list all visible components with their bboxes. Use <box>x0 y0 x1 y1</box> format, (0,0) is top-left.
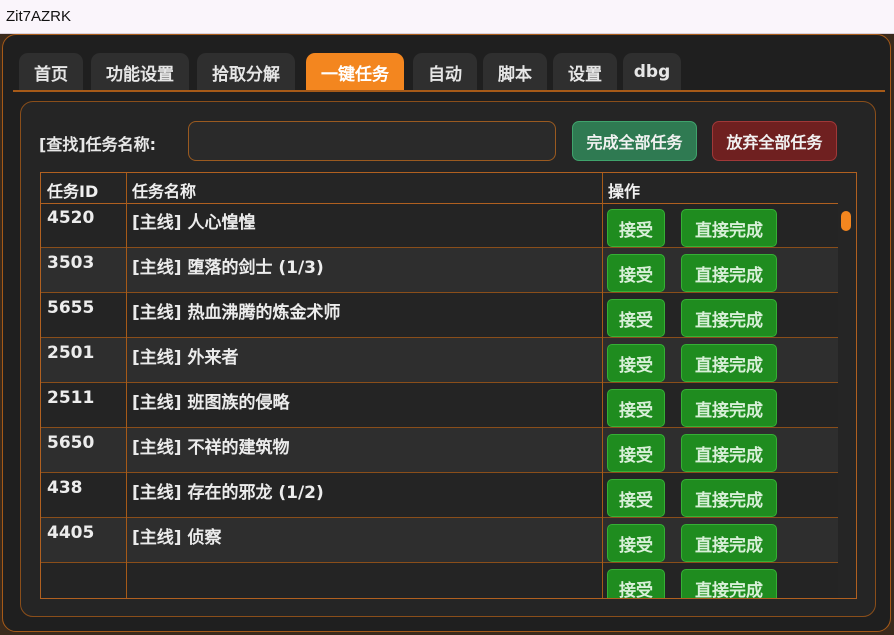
tab-pickup-decompose[interactable]: 拾取分解 <box>197 53 295 91</box>
quest-name: [主线] 堕落的剑士 (1/3) <box>132 258 324 278</box>
finish-directly-button[interactable]: 直接完成 <box>681 209 777 247</box>
quest-name: [主线] 侦察 <box>132 528 222 548</box>
table-row: 接受 直接完成 <box>41 563 838 598</box>
complete-all-button[interactable]: 完成全部任务 <box>572 121 697 161</box>
quest-id: 2511 <box>47 388 95 408</box>
table-row: 5650 [主线] 不祥的建筑物 接受 直接完成 <box>41 428 838 473</box>
column-divider <box>126 173 127 598</box>
quest-name: [主线] 存在的邪龙 (1/2) <box>132 483 324 503</box>
scrollbar-thumb[interactable] <box>841 211 851 231</box>
search-label: [查找]任务名称: <box>39 135 157 154</box>
quest-id: 4520 <box>47 208 95 228</box>
quest-name: [主线] 热血沸腾的炼金术师 <box>132 303 341 323</box>
table-row: 3503 [主线] 堕落的剑士 (1/3) 接受 直接完成 <box>41 248 838 293</box>
finish-directly-button[interactable]: 直接完成 <box>681 434 777 472</box>
accept-button[interactable]: 接受 <box>607 254 665 292</box>
tab-auto[interactable]: 自动 <box>413 53 477 91</box>
table-row: 4405 [主线] 侦察 接受 直接完成 <box>41 518 838 563</box>
accept-button[interactable]: 接受 <box>607 344 665 382</box>
accept-button[interactable]: 接受 <box>607 389 665 427</box>
tab-one-click-quest[interactable]: 一键任务 <box>306 53 404 91</box>
quest-panel: [查找]任务名称: 完成全部任务 放弃全部任务 4500[主线] 帝国需要你接受… <box>20 101 876 617</box>
finish-directly-button[interactable]: 直接完成 <box>681 254 777 292</box>
quest-id: 3503 <box>47 253 95 273</box>
column-header-ops: 操作 <box>608 182 641 201</box>
main-window: 首页 功能设置 拾取分解 一键任务 自动 脚本 设置 dbg [查找]任务名称:… <box>2 34 891 632</box>
table-row: 438 [主线] 存在的邪龙 (1/2) 接受 直接完成 <box>41 473 838 518</box>
quest-id: 5650 <box>47 433 95 453</box>
tab-settings[interactable]: 设置 <box>553 53 617 91</box>
table-row: 2501 [主线] 外来者 接受 直接完成 <box>41 338 838 383</box>
title-bar: Zit7AZRK <box>0 0 894 34</box>
quest-id: 438 <box>47 478 83 498</box>
accept-button[interactable]: 接受 <box>607 524 665 562</box>
finish-directly-button[interactable]: 直接完成 <box>681 569 777 598</box>
accept-button[interactable]: 接受 <box>607 434 665 472</box>
table-row: 5655 [主线] 热血沸腾的炼金术师 接受 直接完成 <box>41 293 838 338</box>
accept-button[interactable]: 接受 <box>607 209 665 247</box>
tab-feature-settings[interactable]: 功能设置 <box>91 53 189 91</box>
tab-dbg[interactable]: dbg <box>623 53 681 91</box>
quest-name: [主线] 班图族的侵略 <box>132 393 290 413</box>
quest-name: [主线] 外来者 <box>132 348 239 368</box>
finish-directly-button[interactable]: 直接完成 <box>681 344 777 382</box>
quest-id: 5655 <box>47 298 95 318</box>
quest-name: [主线] 人心惶惶 <box>132 213 256 233</box>
accept-button[interactable]: 接受 <box>607 299 665 337</box>
tab-script[interactable]: 脚本 <box>483 53 547 91</box>
quest-id: 2501 <box>47 343 95 363</box>
quest-id: 4405 <box>47 523 95 543</box>
table-row: 2511 [主线] 班图族的侵略 接受 直接完成 <box>41 383 838 428</box>
tab-home[interactable]: 首页 <box>19 53 83 91</box>
window-title: Zit7AZRK <box>6 8 72 25</box>
finish-directly-button[interactable]: 直接完成 <box>681 389 777 427</box>
search-input[interactable] <box>188 121 556 161</box>
accept-button[interactable]: 接受 <box>607 479 665 517</box>
column-header-id: 任务ID <box>47 182 99 201</box>
quest-table: 4500[主线] 帝国需要你接受直接完成4520[主线] 人心惶惶接受直接完成3… <box>40 172 857 599</box>
finish-directly-button[interactable]: 直接完成 <box>681 524 777 562</box>
finish-directly-button[interactable]: 直接完成 <box>681 299 777 337</box>
tab-underline <box>13 90 885 92</box>
column-header-name: 任务名称 <box>132 182 197 201</box>
quest-name: [主线] 不祥的建筑物 <box>132 438 290 458</box>
accept-button[interactable]: 接受 <box>607 569 665 598</box>
column-divider <box>602 173 603 598</box>
table-header: 任务ID 任务名称 操作 <box>41 173 838 204</box>
table-row: 4520 [主线] 人心惶惶 接受 直接完成 <box>41 203 838 248</box>
finish-directly-button[interactable]: 直接完成 <box>681 479 777 517</box>
abandon-all-button[interactable]: 放弃全部任务 <box>712 121 837 161</box>
